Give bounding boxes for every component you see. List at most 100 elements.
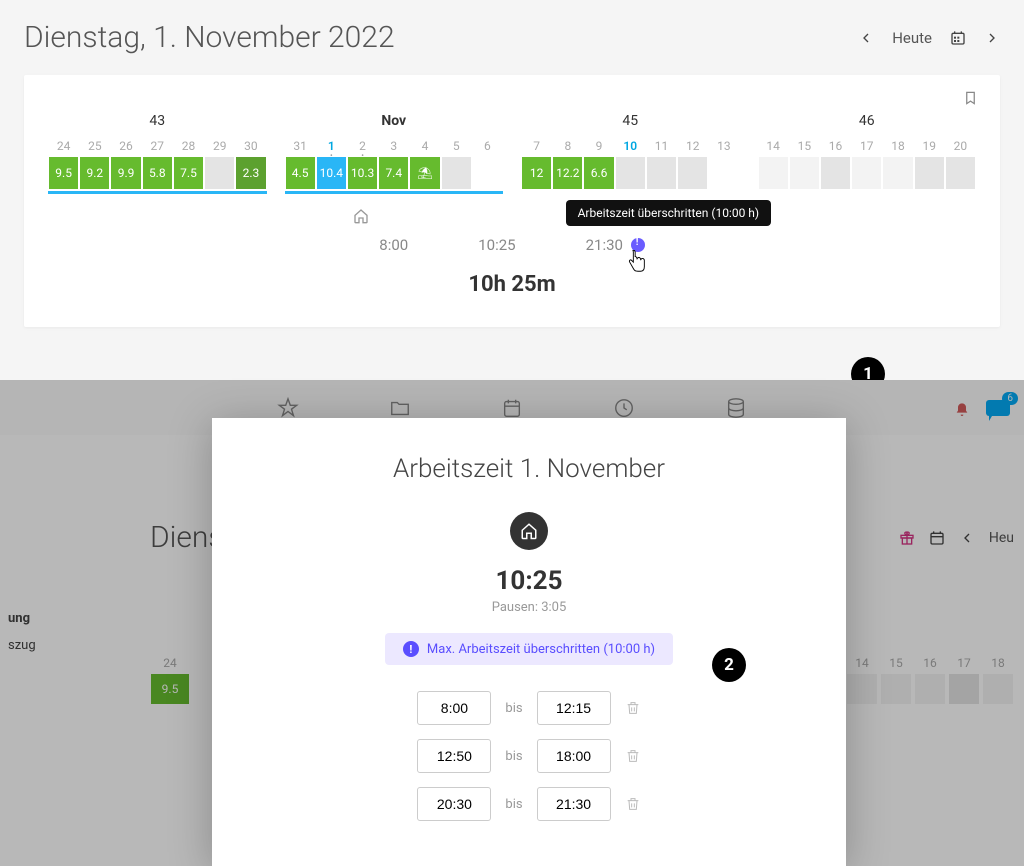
day-number[interactable]: 28	[173, 139, 204, 157]
timeline-t2: 10:25	[478, 236, 515, 254]
trash-icon[interactable]	[625, 796, 641, 812]
day-number[interactable]: 31	[285, 139, 316, 157]
time-to-input[interactable]	[537, 739, 611, 773]
calendar-icon[interactable]	[950, 30, 966, 46]
day-cell[interactable]	[883, 157, 912, 189]
timeline-t1: 8:00	[379, 236, 408, 254]
time-from-input[interactable]	[417, 739, 491, 773]
day-cell[interactable]: 4.5	[286, 157, 315, 189]
day-number[interactable]: 9	[583, 139, 614, 157]
warning-pill: ! Max. Arbeitszeit überschritten (10:00 …	[385, 633, 673, 665]
day-number[interactable]: 7	[521, 139, 552, 157]
modal-hours: 10:25	[496, 566, 563, 596]
day-number[interactable]: 10	[615, 139, 646, 157]
day-cell[interactable]	[442, 157, 471, 189]
week-label: 43	[48, 113, 267, 129]
time-rows: bis bis bis	[417, 691, 640, 821]
trash-icon[interactable]	[625, 748, 641, 764]
annotation-marker-2: 2	[712, 648, 746, 682]
day-cell[interactable]: 6.6	[584, 157, 613, 189]
prev-arrow-icon[interactable]	[858, 30, 874, 46]
day-cell[interactable]: 7.4	[379, 157, 408, 189]
bookmark-icon[interactable]	[963, 89, 978, 107]
week-block: 43 24252627282930 9.59.29.95.87.5 2.3	[48, 113, 267, 194]
day-number[interactable]: 18	[882, 139, 913, 157]
day-cell[interactable]	[915, 157, 944, 189]
bis-label: bis	[505, 749, 522, 764]
day-number[interactable]: 8	[552, 139, 583, 157]
date-header-row: Dienstag, 1. November 2022 Heute	[24, 20, 1000, 55]
day-number[interactable]: 26	[110, 139, 141, 157]
day-number[interactable]: 14	[758, 139, 789, 157]
day-number[interactable]: 30	[235, 139, 266, 157]
time-from-input[interactable]	[417, 691, 491, 725]
day-number[interactable]: 29	[204, 139, 235, 157]
day-number[interactable]: 4	[409, 139, 440, 157]
day-cell[interactable]	[852, 157, 881, 189]
day-cell[interactable]	[473, 157, 502, 189]
day-cell[interactable]	[647, 157, 676, 189]
day-dot: •	[361, 151, 364, 160]
day-cell[interactable]: 5.8	[143, 157, 172, 189]
day-cell[interactable]: 12	[522, 157, 551, 189]
warning-text: Max. Arbeitszeit überschritten (10:00 h)	[427, 642, 655, 657]
day-number[interactable]: 24	[48, 139, 79, 157]
day-cell[interactable]: 9.5	[49, 157, 78, 189]
top-section: Dienstag, 1. November 2022 Heute 4324252…	[0, 0, 1024, 327]
day-cell[interactable]: •10.4	[317, 157, 346, 189]
day-cell[interactable]	[759, 157, 788, 189]
weeks-row: 43242526272829309.59.29.95.87.52.3Nov311…	[48, 103, 976, 194]
modal-pauses: Pausen: 3:05	[492, 600, 567, 615]
time-from-input[interactable]	[417, 787, 491, 821]
day-number[interactable]: 3	[378, 139, 409, 157]
trash-icon[interactable]	[625, 700, 641, 716]
day-number[interactable]: 13	[708, 139, 739, 157]
timeline-zone: 8:00 10:25 21:30 Arbeitszeit überschritt…	[48, 236, 976, 297]
next-arrow-icon[interactable]	[984, 30, 1000, 46]
day-number[interactable]: 25	[79, 139, 110, 157]
day-cell[interactable]: 2.3	[236, 157, 265, 189]
day-number[interactable]: 15	[789, 139, 820, 157]
time-to-input[interactable]	[537, 691, 611, 725]
time-row: bis	[417, 739, 640, 773]
day-cell[interactable]	[616, 157, 645, 189]
day-cell[interactable]: •10.3	[348, 157, 377, 189]
time-row: bis	[417, 787, 640, 821]
week-block: 46 14151617181920	[758, 113, 977, 194]
time-row: bis	[417, 691, 640, 725]
time-to-input[interactable]	[537, 787, 611, 821]
tooltip: Arbeitszeit überschritten (10:00 h)	[566, 200, 772, 226]
day-cell[interactable]: ⛱	[410, 157, 439, 189]
day-dot: •	[330, 151, 333, 160]
day-number[interactable]: 16	[820, 139, 851, 157]
day-cell[interactable]	[205, 157, 234, 189]
day-number[interactable]: 6	[472, 139, 503, 157]
today-button[interactable]: Heute	[892, 29, 932, 47]
day-number[interactable]: 19	[914, 139, 945, 157]
day-number[interactable]: 17	[851, 139, 882, 157]
day-number[interactable]: 5	[441, 139, 472, 157]
warning-icon: !	[403, 641, 419, 657]
day-number[interactable]: 12	[677, 139, 708, 157]
day-cell[interactable]: 12.2	[553, 157, 582, 189]
day-cell[interactable]	[678, 157, 707, 189]
week-label: Nov	[285, 113, 504, 129]
day-cell[interactable]	[946, 157, 975, 189]
day-cell[interactable]	[821, 157, 850, 189]
day-cell[interactable]	[790, 157, 819, 189]
day-cell[interactable]: 7.5	[174, 157, 203, 189]
worktime-modal: Arbeitszeit 1. November 10:25 Pausen: 3:…	[212, 418, 846, 866]
day-cell[interactable]: 9.2	[80, 157, 109, 189]
week-block: Nov311234564.5•10.4•10.37.4⛱	[285, 113, 504, 194]
bis-label: bis	[505, 797, 522, 812]
timeline: 8:00 10:25 21:30 Arbeitszeit überschritt…	[379, 236, 644, 254]
week-label: 46	[758, 113, 977, 129]
page-title: Dienstag, 1. November 2022	[24, 20, 395, 55]
day-number[interactable]: 20	[945, 139, 976, 157]
home-icon	[353, 208, 369, 224]
day-number[interactable]: 11	[646, 139, 677, 157]
home-circle-icon[interactable]	[510, 512, 548, 550]
day-cell[interactable]: 9.9	[111, 157, 140, 189]
day-number[interactable]: 27	[142, 139, 173, 157]
day-cell[interactable]	[709, 157, 738, 189]
